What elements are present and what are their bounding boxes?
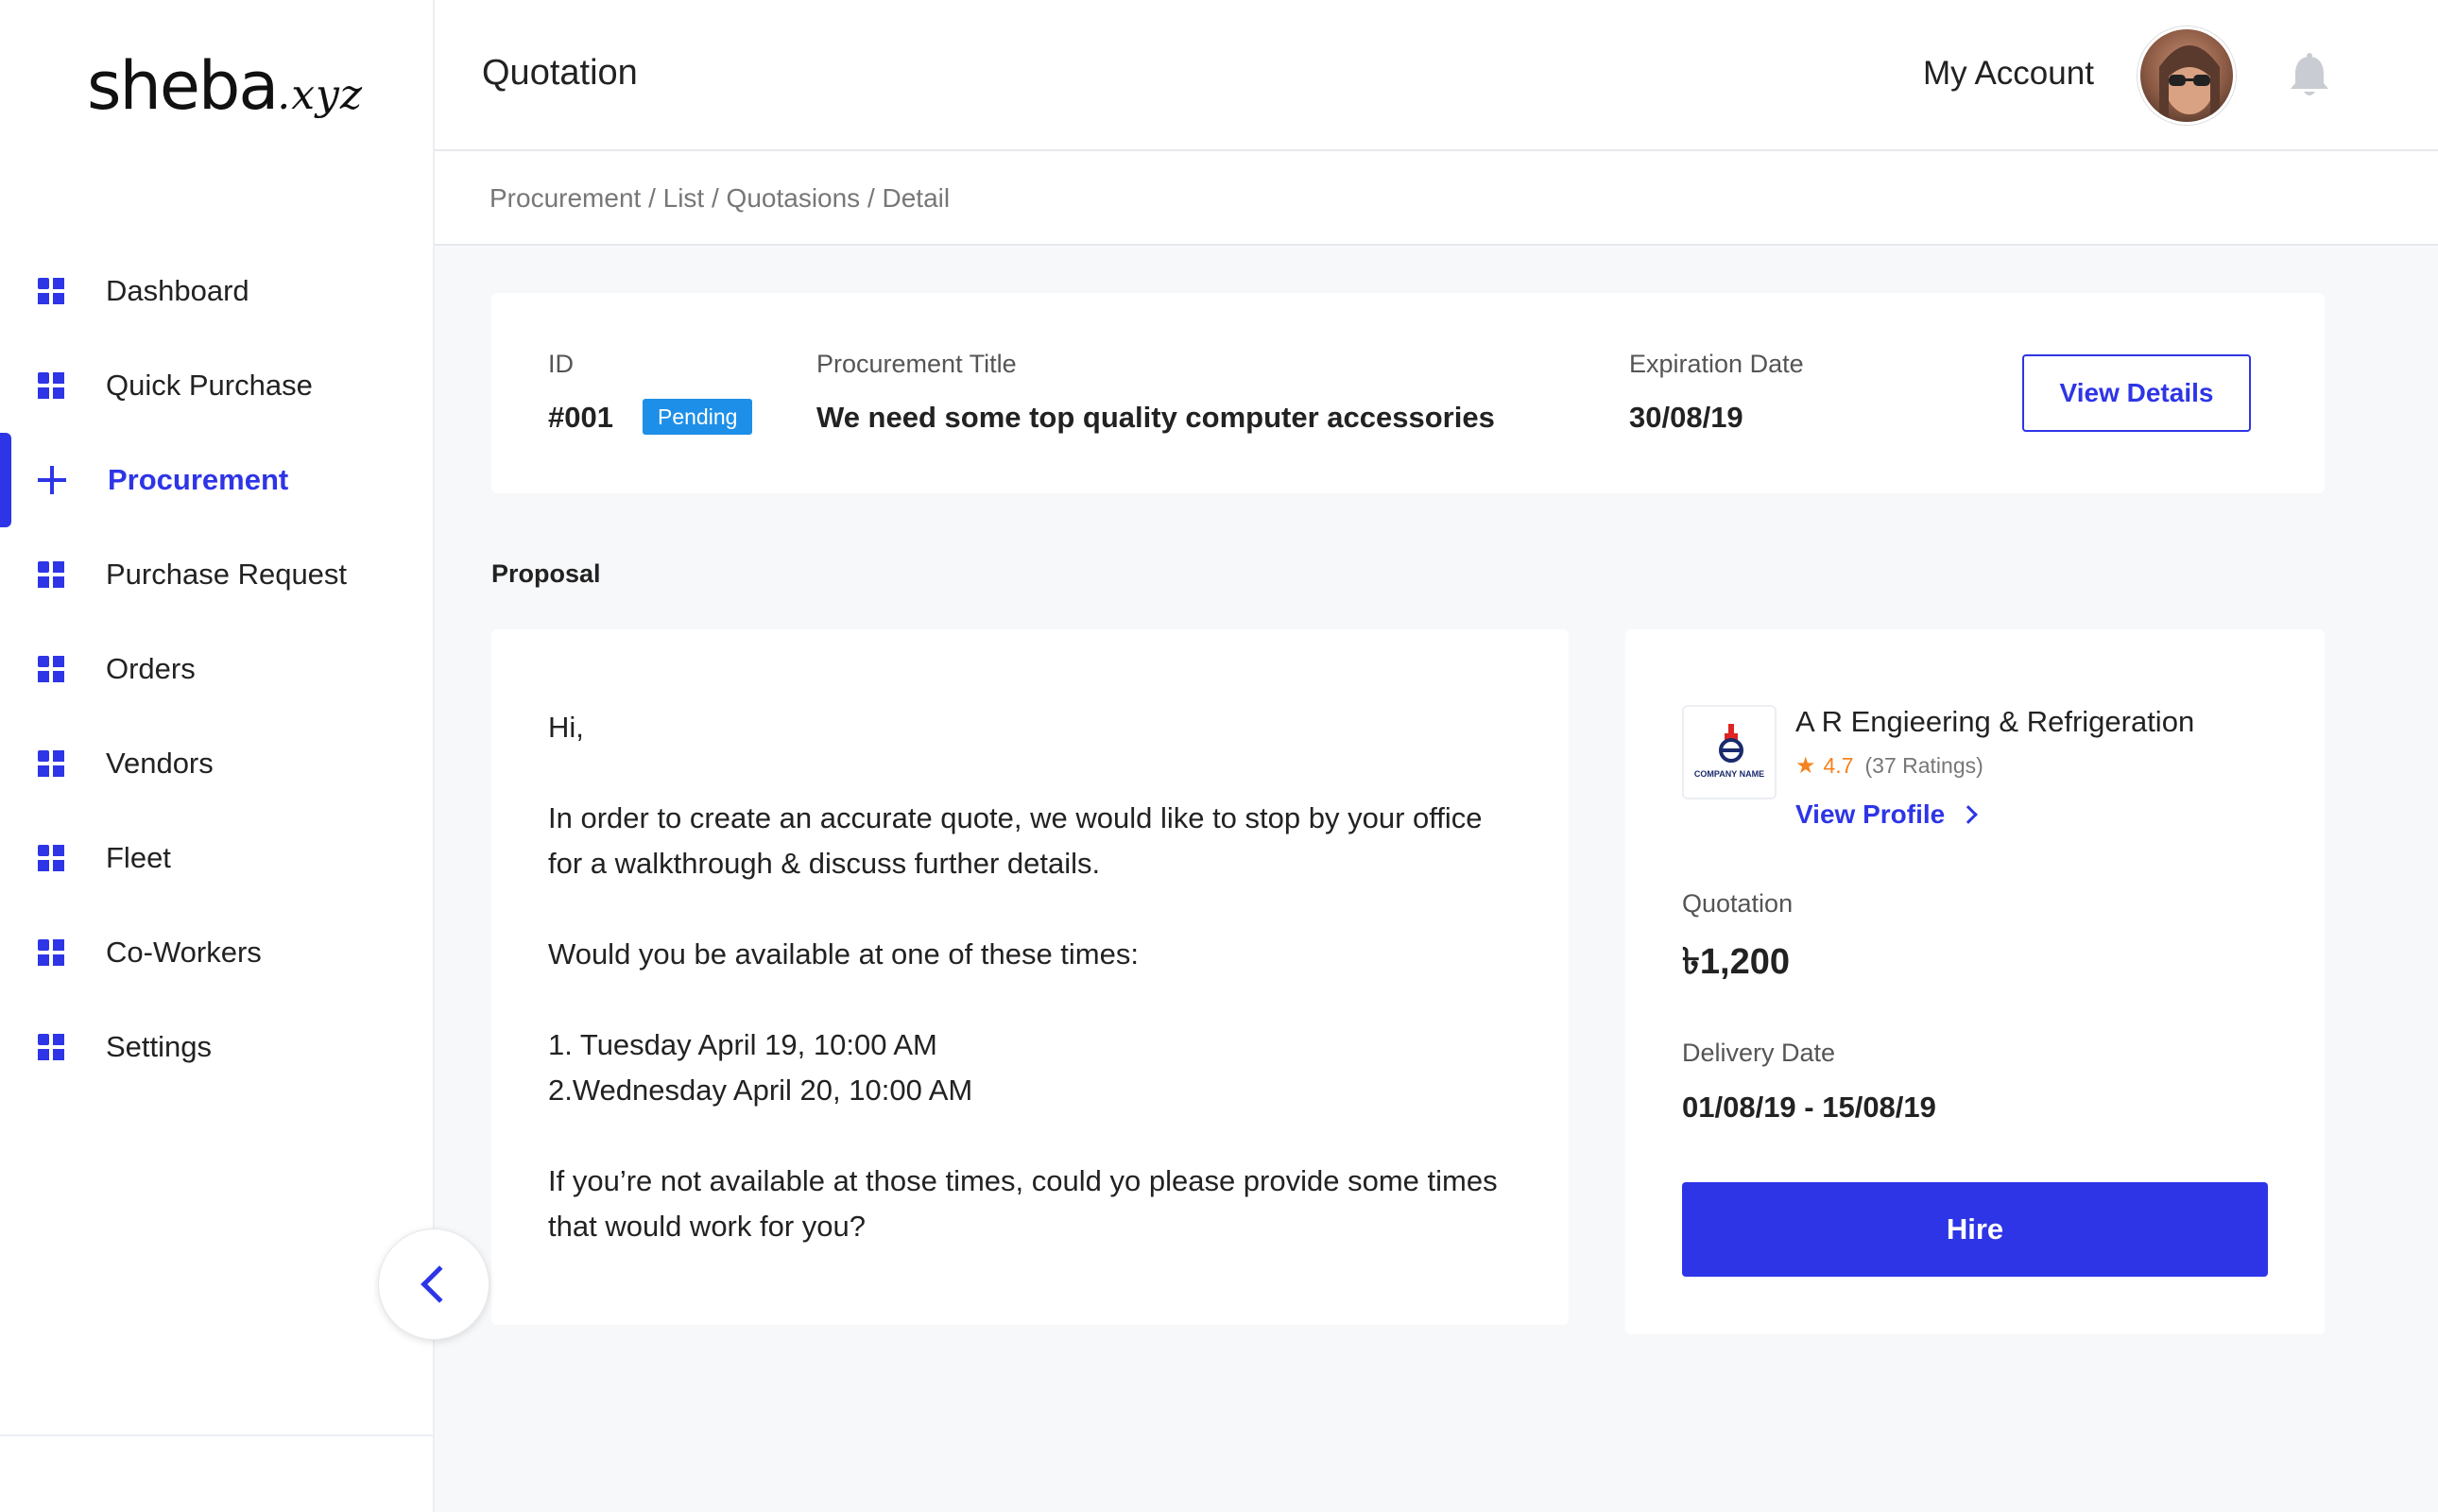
quotation-value: ৳1,200	[1682, 942, 1791, 982]
sidebar-item-label: Orders	[106, 652, 196, 685]
delivery-date-label: Delivery Date	[1682, 1039, 1836, 1067]
chevron-left-icon	[421, 1265, 458, 1303]
grid-icon	[38, 750, 64, 777]
sidebar-item-label: Co-Workers	[106, 936, 262, 969]
proposal-greeting: Hi,	[548, 711, 584, 744]
brand-name: sheba	[87, 47, 279, 125]
rating-count: (37 Ratings)	[1864, 753, 1983, 778]
sidebar-item-dashboard[interactable]: Dashboard	[0, 244, 433, 338]
sidebar-item-co-workers[interactable]: Co-Workers	[0, 905, 433, 1000]
delivery-date-value: 01/08/19 - 15/08/19	[1682, 1091, 1936, 1124]
avatar[interactable]	[2138, 26, 2236, 125]
procurement-summary-card: ID #001 Pending Procurement Title We nee…	[491, 293, 2325, 493]
top-header: Quotation My Account	[435, 0, 2438, 151]
procurement-title-value: We need some top quality computer access…	[816, 401, 1495, 434]
sidebar-item-purchase-request[interactable]: Purchase Request	[0, 527, 433, 622]
view-profile-label: View Profile	[1795, 799, 1946, 829]
sidebar-item-label: Fleet	[106, 841, 171, 874]
rating-value: 4.7	[1823, 753, 1854, 778]
brand-suffix: .xyz	[277, 71, 364, 119]
grid-icon	[38, 278, 64, 304]
proposal-section-title: Proposal	[491, 559, 601, 588]
quotation-label: Quotation	[1682, 889, 1794, 918]
sidebar-item-label: Quick Purchase	[106, 369, 313, 402]
sidebar-item-procurement[interactable]: Procurement	[0, 433, 433, 527]
vendor-rating: ★ 4.7 (37 Ratings)	[1795, 752, 1983, 780]
sidebar-item-label: Purchase Request	[106, 558, 348, 591]
company-logo-mark	[1719, 724, 1743, 763]
id-value: #001	[548, 401, 613, 434]
hire-button[interactable]: Hire	[1682, 1182, 2268, 1277]
my-account-link[interactable]: My Account	[1923, 55, 2094, 93]
status-badge: Pending	[643, 399, 753, 435]
brand-logo[interactable]: sheba.xyz	[87, 47, 363, 125]
sidebar-item-settings[interactable]: Settings	[0, 1000, 433, 1094]
page-title: Quotation	[482, 53, 638, 93]
grid-icon	[38, 1034, 64, 1060]
proposal-paragraph: In order to create an accurate quote, we…	[548, 801, 1483, 880]
proposal-paragraph: Would you be available at one of these t…	[548, 937, 1139, 971]
sidebar-item-fleet[interactable]: Fleet	[0, 811, 433, 905]
breadcrumb-bar: Procurement / List / Quotasions / Detail	[435, 151, 2438, 246]
proposal-message: Hi, In order to create an accurate quote…	[548, 705, 1512, 1249]
sidebar-item-label: Procurement	[108, 463, 289, 496]
sidebar-item-orders[interactable]: Orders	[0, 622, 433, 716]
proposal-time-option: 1. Tuesday April 19, 10:00 AM	[548, 1028, 937, 1061]
plus-icon	[38, 466, 66, 494]
sidebar: sheba.xyz Dashboard Quick Purchase Procu…	[0, 0, 435, 1512]
chevron-right-icon	[1959, 805, 1979, 824]
sidebar-item-label: Settings	[106, 1030, 213, 1063]
proposal-time-options: 1. Tuesday April 19, 10:00 AM 2.Wednesda…	[548, 1022, 1512, 1113]
expiration-date-label: Expiration Date	[1629, 350, 1804, 378]
grid-icon	[38, 845, 64, 871]
grid-icon	[38, 939, 64, 966]
grid-icon	[38, 561, 64, 588]
sidebar-item-label: Vendors	[106, 747, 214, 780]
company-logo: COMPANY NAME	[1682, 705, 1777, 799]
grid-icon	[38, 372, 64, 399]
view-details-button[interactable]: View Details	[2022, 354, 2251, 432]
vendor-card: COMPANY NAME A R Engieering & Refrigerat…	[1625, 629, 2325, 1334]
sidebar-item-label: Dashboard	[106, 274, 249, 307]
star-icon: ★	[1795, 753, 1816, 779]
sidebar-item-quick-purchase[interactable]: Quick Purchase	[0, 338, 433, 433]
grid-icon	[38, 656, 64, 682]
proposal-time-option: 2.Wednesday April 20, 10:00 AM	[548, 1074, 973, 1107]
proposal-card: Hi, In order to create an accurate quote…	[491, 629, 1569, 1325]
bell-icon[interactable]	[2287, 53, 2332, 100]
expiration-date-value: 30/08/19	[1629, 401, 1743, 434]
sidebar-divider	[0, 1435, 433, 1436]
sidebar-nav: Dashboard Quick Purchase Procurement Pur…	[0, 244, 433, 1094]
view-profile-link[interactable]: View Profile	[1795, 799, 1979, 830]
collapse-sidebar-button[interactable]	[378, 1228, 489, 1340]
breadcrumb[interactable]: Procurement / List / Quotasions / Detail	[489, 183, 950, 214]
vendor-name: A R Engieering & Refrigeration	[1795, 705, 2195, 738]
company-logo-text: COMPANY NAME	[1693, 769, 1765, 779]
sidebar-item-vendors[interactable]: Vendors	[0, 716, 433, 811]
id-label: ID	[548, 350, 574, 378]
procurement-title-label: Procurement Title	[816, 350, 1017, 378]
proposal-paragraph: If you’re not available at those times, …	[548, 1164, 1498, 1243]
